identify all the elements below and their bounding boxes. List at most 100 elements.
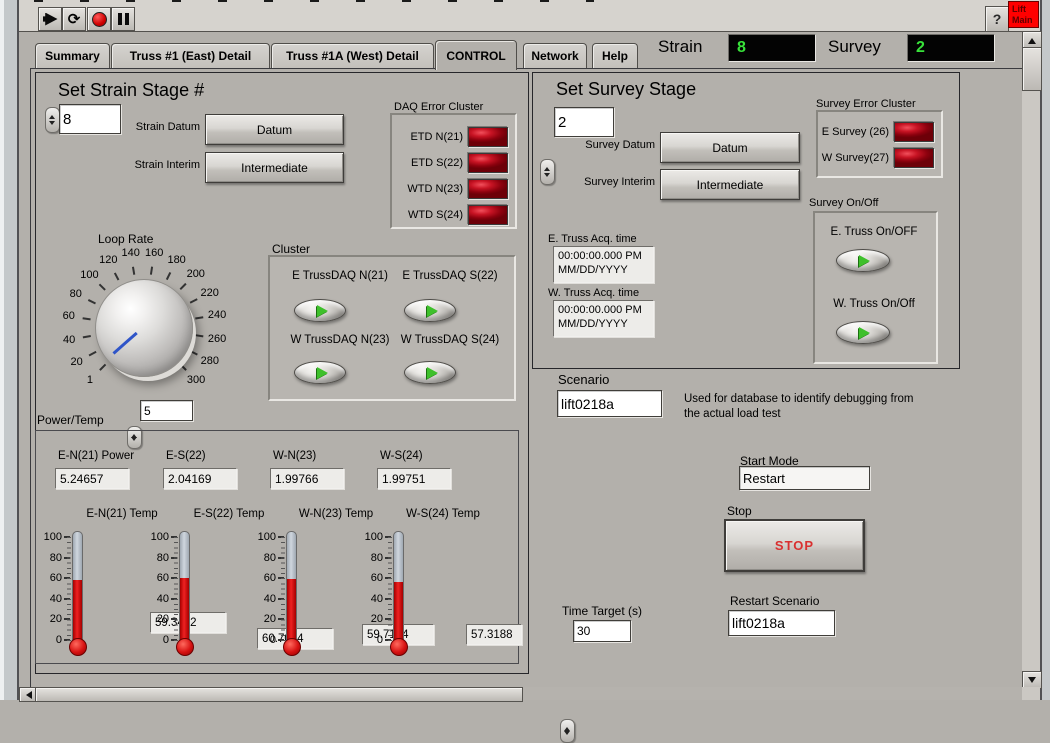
survey-onoff-toggle-button[interactable] [836, 249, 890, 272]
tab-label: Help [602, 49, 628, 63]
tab-network[interactable]: Network [523, 43, 587, 68]
error-led-row: ETD S(22) [392, 150, 515, 176]
scrollbar-corner [1022, 687, 1040, 700]
knob-scale-label: 300 [187, 374, 205, 386]
thermo-bulb [283, 638, 301, 656]
strain-datum-button[interactable]: Datum [205, 114, 344, 145]
trussdaq-toggle-button[interactable] [294, 299, 346, 322]
power-label: E-S(22) [166, 450, 206, 462]
thermo-bulb [390, 638, 408, 656]
pause-button[interactable] [111, 7, 135, 31]
survey-datum-button[interactable]: Datum [660, 132, 800, 163]
wtruss-acq-display: 00:00:00.000 PM MM/DD/YYYY [553, 300, 654, 337]
survey-datum-button-label: Datum [712, 141, 747, 155]
run-button[interactable] [38, 7, 62, 31]
thermo-scale-label: 60 [252, 572, 276, 584]
green-arrow-icon [859, 255, 876, 267]
menu-remnant-dashes [34, 0, 594, 2]
error-channel-label: E Survey (26) [822, 126, 889, 138]
survey-onoff-title: Survey On/Off [809, 197, 879, 209]
time-target-input[interactable] [573, 620, 631, 642]
left-arrow-icon [22, 691, 32, 699]
thermo-scale-label: 100 [359, 531, 383, 543]
thermo-scale-label: 20 [252, 613, 276, 625]
thermo-minor-ticks [67, 537, 71, 641]
thermo-scale-label: 0 [145, 634, 169, 646]
knob-scale-label: 80 [70, 288, 82, 300]
restart-scenario-input[interactable] [728, 610, 835, 636]
strain-interim-button[interactable]: Intermediate [205, 152, 344, 183]
stop-button-label: STOP [775, 538, 814, 553]
tab-truss1a-west[interactable]: Truss #1A (West) Detail [271, 43, 434, 68]
survey-error-cluster-frame: E Survey (26) W Survey(27) [816, 110, 943, 178]
green-arrow-icon [859, 327, 876, 339]
green-arrow-icon [317, 367, 334, 379]
run-continuous-button[interactable]: ⟳ [62, 7, 86, 31]
tab-truss1-east[interactable]: Truss #1 (East) Detail [111, 43, 270, 68]
loop-rate-label: Loop Rate [98, 232, 153, 246]
right-window-strip [1042, 0, 1050, 700]
abort-button[interactable] [87, 7, 111, 31]
left-window-strip [4, 0, 17, 700]
vertical-scroll-thumb[interactable] [1022, 47, 1042, 91]
thermo-scale-label: 100 [145, 531, 169, 543]
scenario-note-line2: the actual load test [684, 407, 934, 422]
survey-interim-button[interactable]: Intermediate [660, 169, 800, 200]
knob-scale-label: 260 [208, 333, 226, 345]
vi-badge: Lift Main [1008, 1, 1039, 28]
acq-time-value: 00:00:00.000 PM [558, 303, 653, 317]
scenario-input[interactable] [557, 390, 662, 417]
survey-panel-title: Set Survey Stage [556, 79, 696, 100]
vi-badge-line2: Main [1012, 15, 1038, 26]
vi-badge-line1: Lift [1012, 4, 1038, 15]
error-led-row: W Survey(27) [818, 145, 941, 171]
temp-value-display: 57.3188 [466, 624, 522, 645]
error-channel-label: WTD N(23) [407, 183, 463, 195]
run-arrow-icon [43, 13, 58, 26]
etruss-acq-display: 00:00:00.000 PM MM/DD/YYYY [553, 246, 654, 283]
survey-stage-spinner[interactable] [540, 159, 555, 185]
power-label: W-S(24) [380, 450, 423, 462]
trussdaq-toggle-button[interactable] [404, 361, 456, 384]
survey-stage-input[interactable] [554, 107, 614, 137]
error-led-red [468, 153, 508, 173]
thermo-bulb [176, 638, 194, 656]
survey-interim-button-label: Intermediate [697, 178, 764, 192]
loop-rate-knob[interactable] [95, 279, 193, 377]
vertical-scrollbar-track[interactable] [1022, 31, 1040, 687]
error-led-red [468, 179, 508, 199]
error-led-row: E Survey (26) [818, 119, 941, 145]
tab-control[interactable]: CONTROL [435, 40, 517, 70]
error-led-row: WTD S(24) [392, 202, 515, 228]
time-target-spinner[interactable] [560, 719, 575, 743]
cluster-title: Cluster [272, 242, 310, 256]
knob-scale-label: 140 [121, 247, 139, 259]
error-channel-label: W Survey(27) [822, 152, 889, 164]
loop-rate-input[interactable] [140, 400, 193, 421]
survey-onoff-toggle-button[interactable] [836, 321, 890, 344]
strain-datum-label: Strain Datum [110, 121, 200, 133]
help-button[interactable]: ? [985, 6, 1009, 32]
down-arrow-icon [1028, 677, 1036, 687]
pause-icon [118, 13, 122, 25]
trussdaq-toggle-button[interactable] [294, 361, 346, 384]
thermo-scale-label: 40 [252, 593, 276, 605]
thermo-scale-label: 20 [38, 613, 62, 625]
thermo-scale-label: 20 [145, 613, 169, 625]
wtruss-acq-label: W. Truss Acq. time [548, 287, 639, 299]
start-mode-ring[interactable] [739, 466, 870, 490]
trussdaq-toggle-button[interactable] [404, 299, 456, 322]
thermo-scale-label: 60 [38, 572, 62, 584]
thermo-scale-label: 80 [359, 552, 383, 564]
knob-scale-label: 100 [80, 269, 98, 281]
error-channel-label: ETD S(22) [411, 157, 463, 169]
run-continuous-icon: ⟳ [68, 12, 81, 27]
strain-stage-spinner[interactable] [45, 107, 60, 133]
strain-value: 8 [737, 39, 746, 57]
tab-help[interactable]: Help [592, 43, 638, 68]
up-arrow-icon [1028, 34, 1036, 44]
etruss-acq-label: E. Truss Acq. time [548, 233, 637, 245]
thermo-bulb [69, 638, 87, 656]
stop-button[interactable]: STOP [724, 519, 865, 572]
tab-summary[interactable]: Summary [35, 43, 110, 68]
